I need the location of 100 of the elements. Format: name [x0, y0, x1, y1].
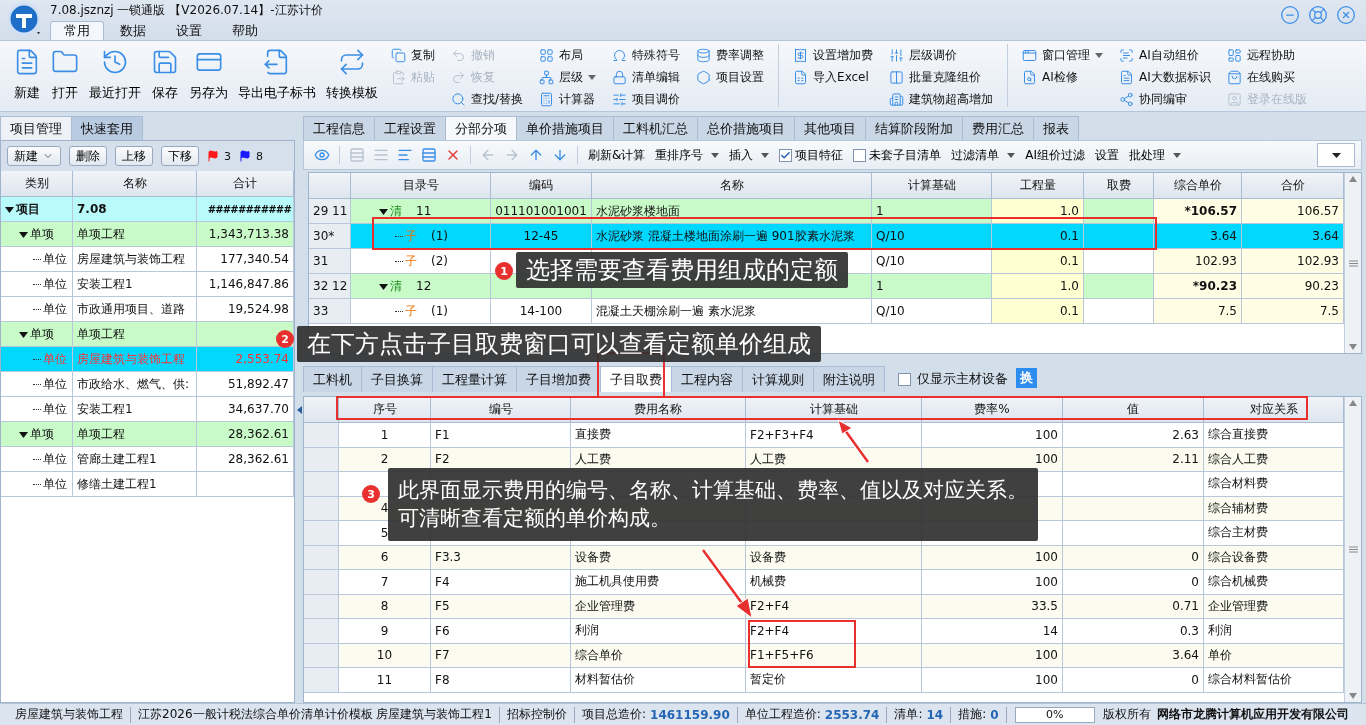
ribbon-button[interactable]: 在线购买 [1224, 66, 1309, 88]
detail-tab[interactable]: 子目取费 [600, 366, 672, 392]
ribbon-button[interactable]: 费率调整 [694, 44, 767, 66]
ribbon-button[interactable]: 复制 [389, 44, 437, 66]
ribbon-button[interactable]: 建筑物超高增加 [887, 88, 996, 110]
ribbon-button[interactable]: 层级调价 [887, 44, 996, 66]
scroll-down-icon[interactable] [1349, 693, 1357, 699]
detail-tab[interactable]: 工程量计算 [432, 366, 517, 392]
expand-caret-icon[interactable] [379, 281, 388, 291]
minimize-button[interactable] [1280, 5, 1300, 25]
status-text: 房屋建筑与装饰工程 [15, 706, 123, 723]
detail-tab[interactable]: 附注说明 [813, 366, 885, 392]
grip-icon[interactable] [1348, 259, 1358, 267]
eye-button[interactable] [312, 147, 332, 163]
tree-cell[interactable]: 单项 [1, 422, 73, 446]
toolbar-button[interactable]: 刷新&计算 [585, 146, 649, 164]
eye-icon [314, 147, 330, 163]
main-tab[interactable]: 工料机汇总 [613, 116, 698, 140]
toolbar-dropdown[interactable]: 过滤清单 [948, 146, 1019, 164]
ribbon-button[interactable]: 项目调价 [610, 88, 683, 110]
detail-tab[interactable]: 子目增加费 [516, 366, 601, 392]
checkbox[interactable]: 项目特征 [776, 146, 847, 164]
checkbox[interactable]: 仅显示主材设备 [898, 366, 1008, 392]
restore-button[interactable] [1308, 5, 1328, 25]
expand-caret-icon[interactable] [379, 206, 388, 216]
ribbon-button[interactable]: 协同编审 [1117, 88, 1213, 110]
tree-cell[interactable]: 子 (1) [351, 224, 491, 248]
main-tab[interactable]: 其他项目 [794, 116, 866, 140]
main-tab[interactable]: 总价措施项目 [697, 116, 795, 140]
ribbon-button[interactable]: 转换模板 [321, 44, 383, 108]
menu-tab[interactable]: 设置 [162, 21, 216, 40]
ribbon-button[interactable]: 特殊符号 [610, 44, 683, 66]
main-tab[interactable]: 单价措施项目 [516, 116, 614, 140]
ribbon-button[interactable]: 查找/替换 [449, 88, 526, 110]
panel-tab[interactable]: 快速套用 [71, 116, 143, 140]
ribbon-button[interactable]: 层级 [537, 66, 599, 88]
ribbon-button[interactable]: 导入Excel [791, 66, 876, 88]
ribbon-button[interactable]: AI自动组价 [1117, 44, 1213, 66]
ribbon-button[interactable]: 最近打开 [84, 44, 146, 108]
tree-cell[interactable]: 清 11 [351, 199, 491, 223]
tree-cell[interactable]: 项目 [1, 197, 73, 221]
rows-button[interactable] [419, 147, 439, 163]
grip-icon[interactable] [1348, 546, 1358, 553]
main-tab[interactable]: 分部分项 [445, 116, 517, 140]
ribbon-button[interactable]: AI检修 [1020, 66, 1106, 88]
detail-tab[interactable]: 工程内容 [671, 366, 743, 392]
ribbon-button[interactable]: 设置增加费 [791, 44, 876, 66]
ribbon-button[interactable]: 清单编辑 [610, 66, 683, 88]
ribbon-button[interactable]: 窗口管理 [1020, 44, 1106, 66]
ribbon-button[interactable]: 布局 [537, 44, 599, 66]
detail-tab[interactable]: 计算规则 [742, 366, 814, 392]
ribbon-button[interactable]: 批量克隆组价 [887, 66, 996, 88]
ribbon-button[interactable]: 打开 [46, 44, 84, 108]
ribbon-button[interactable]: 远程协助 [1224, 44, 1309, 66]
close-button[interactable] [1336, 5, 1356, 25]
ribbon-button[interactable]: 另存为 [184, 44, 233, 108]
expand-caret-icon[interactable] [19, 229, 28, 239]
expand-caret-icon[interactable] [19, 329, 28, 339]
toolbar-dropdown[interactable]: 重排序号 [652, 146, 723, 164]
toolbar-dropdown[interactable]: 插入 [726, 146, 773, 164]
tree-cell[interactable]: 单项 [1, 322, 73, 346]
ribbon-button[interactable]: AI大数据标识 [1117, 66, 1213, 88]
expand-caret-icon[interactable] [5, 204, 14, 214]
main-tab[interactable]: 费用汇总 [962, 116, 1034, 140]
tree-cell[interactable]: 单项 [1, 222, 73, 246]
align-left-button[interactable] [395, 147, 415, 163]
detail-tab[interactable]: 工料机 [303, 366, 362, 392]
toolbar-button[interactable]: 上移 [115, 146, 153, 166]
ribbon-button[interactable]: 保存 [146, 44, 184, 108]
scrollbar[interactable] [1344, 397, 1361, 702]
expand-caret-icon[interactable] [19, 429, 28, 439]
dropdown-button[interactable] [1317, 143, 1355, 167]
toolbar-dropdown[interactable]: 批处理 [1126, 146, 1185, 164]
main-tab[interactable]: 工程设置 [374, 116, 446, 140]
detail-tab[interactable]: 子目换算 [361, 366, 433, 392]
ribbon-button[interactable]: 新建 [8, 44, 46, 108]
checkbox[interactable]: 未套子目清单 [850, 146, 945, 164]
ribbon-button[interactable]: 计算器 [537, 88, 599, 110]
menu-tab[interactable]: 帮助 [218, 21, 272, 40]
panel-tab[interactable]: 项目管理 [0, 116, 72, 140]
search-icon [451, 91, 466, 107]
toolbar-button[interactable]: AI组价过滤 [1022, 146, 1089, 164]
toolbar-button[interactable]: 新建 [7, 146, 61, 166]
scrollbar[interactable] [1344, 173, 1361, 353]
toolbar-button[interactable]: 设置 [1092, 146, 1123, 164]
main-tab[interactable]: 工程信息 [303, 116, 375, 140]
user-card-icon [1226, 91, 1242, 107]
main-tab[interactable]: 结算阶段附加 [865, 116, 963, 140]
ribbon-button[interactable]: 项目设置 [694, 66, 767, 88]
ribbon-button[interactable]: 导出电子标书 [233, 44, 321, 108]
table-cell: 3.64 [1242, 224, 1344, 248]
scroll-up-icon[interactable] [1349, 176, 1357, 182]
main-tab[interactable]: 报表 [1033, 116, 1079, 140]
scroll-up-icon[interactable] [1349, 400, 1357, 406]
tree-cell[interactable]: 清 12 [351, 274, 491, 298]
toolbar-button[interactable]: 删除 [69, 146, 107, 166]
toolbar-button[interactable]: 下移 [161, 146, 199, 166]
menu-tab[interactable]: 数据 [106, 21, 160, 40]
menu-tab[interactable]: 常用 [50, 21, 104, 40]
scroll-down-icon[interactable] [1349, 344, 1357, 350]
